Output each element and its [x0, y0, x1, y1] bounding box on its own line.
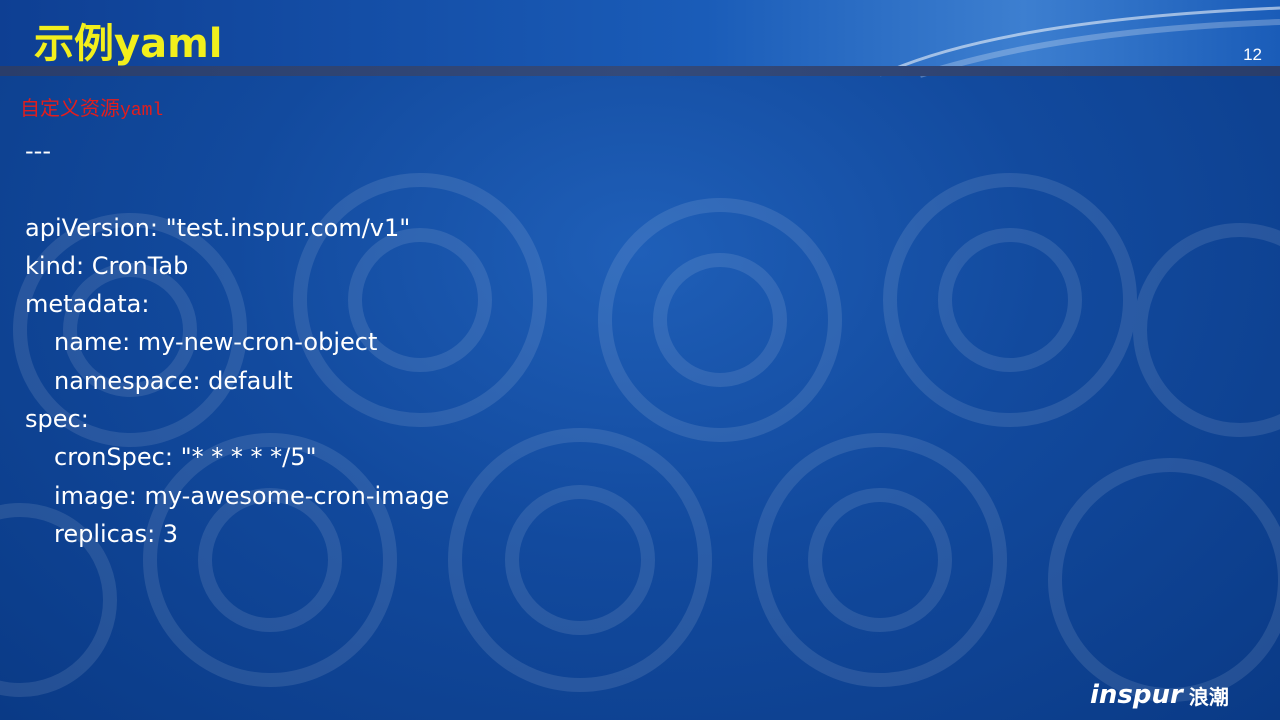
- logo-brand-cn: 浪潮: [1188, 684, 1229, 709]
- code-line: spec:: [25, 405, 89, 434]
- code-line: cronSpec: "* * * * */5": [54, 443, 317, 472]
- subtitle-en: yaml: [120, 101, 164, 121]
- inspur-logo: inspur 浪潮: [1090, 680, 1229, 710]
- slide: 示例yaml 12 自定义资源yaml --- apiVersion: "test…: [0, 0, 1280, 720]
- logo-brand-text: inspur: [1090, 680, 1183, 710]
- code-line: metadata:: [25, 290, 150, 319]
- slide-title: 示例yaml: [34, 21, 223, 67]
- code-line: kind: CronTab: [25, 251, 189, 280]
- code-line: name: my-new-cron-object: [54, 328, 378, 357]
- code-line: ---: [25, 137, 51, 165]
- code-line: replicas: 3: [54, 519, 179, 548]
- subtitle: 自定义资源yaml: [20, 94, 163, 125]
- code-line: apiVersion: "test.inspur.com/v1": [25, 213, 411, 242]
- code-line: namespace: default: [54, 366, 293, 395]
- subtitle-cn: 自定义资源: [20, 96, 120, 120]
- yaml-code-block: --- apiVersion: "test.inspur.com/v1" kind:…: [25, 132, 449, 553]
- page-number: 12: [1243, 45, 1262, 64]
- code-line: image: my-awesome-cron-image: [54, 481, 450, 510]
